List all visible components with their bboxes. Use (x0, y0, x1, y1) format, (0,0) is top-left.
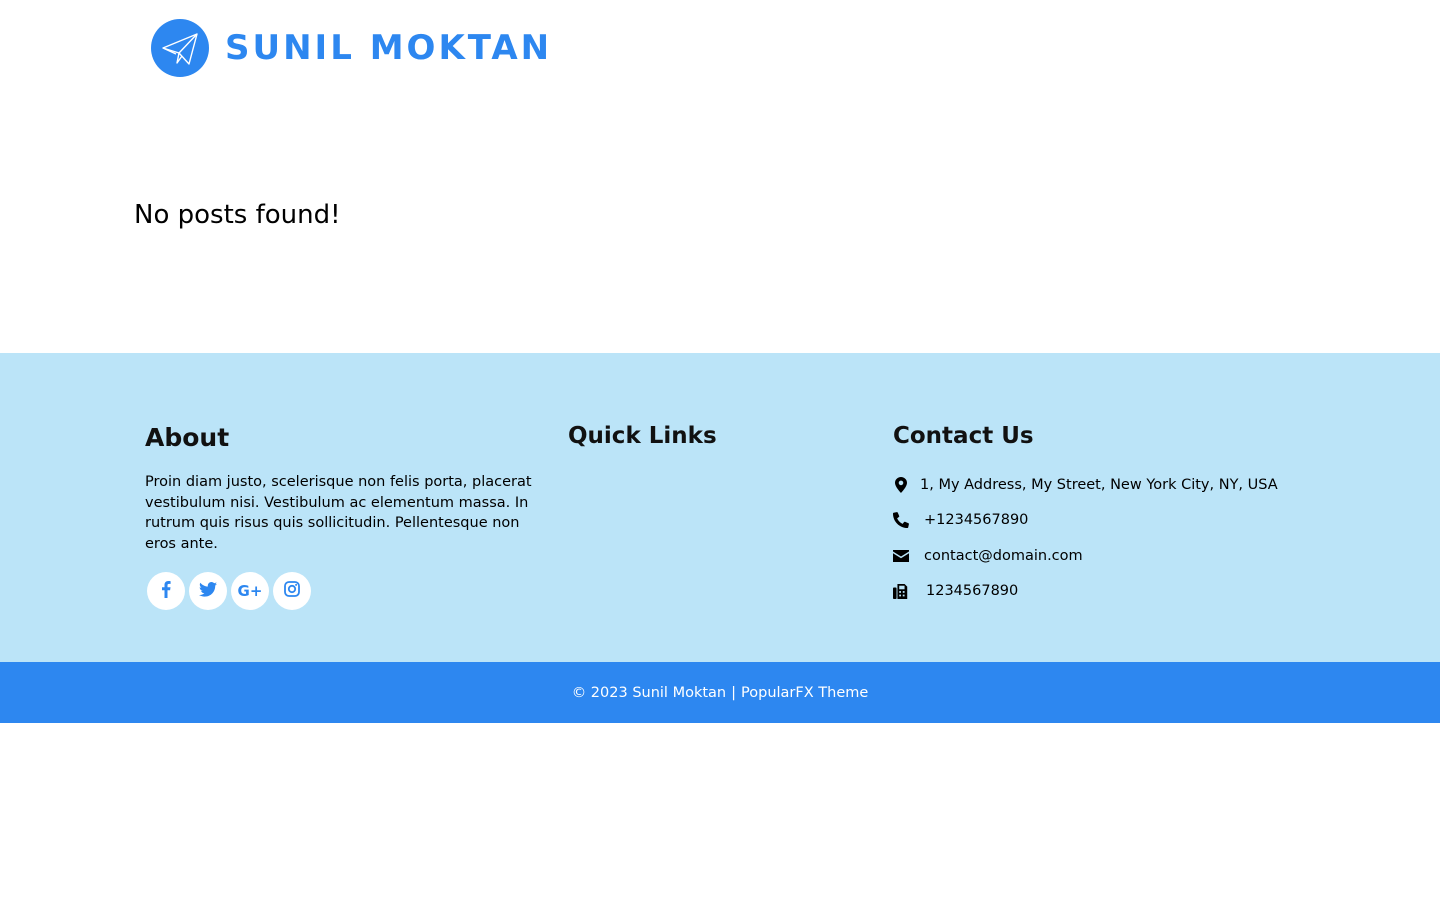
about-title: About (145, 423, 230, 452)
email-text: contact@domain.com (924, 547, 1083, 564)
facebook-button[interactable] (147, 572, 185, 610)
site-header: SUNIL MOKTAN (0, 0, 1440, 95)
footer-separator: | (731, 684, 737, 701)
map-marker-icon (893, 476, 909, 493)
about-text: Proin diam justo, scelerisque non felis … (145, 474, 532, 552)
envelope-icon (893, 548, 909, 564)
site-title[interactable]: SUNIL MOKTAN (225, 28, 552, 68)
phone-text: +1234567890 (924, 512, 1029, 529)
footer-widgets: About Proin diam justo, scelerisque non … (0, 353, 1440, 662)
contact-address: 1, My Address, My Street, New York City,… (893, 467, 1313, 503)
bottom-bar: © 2023 Sunil Moktan | PopularFX Theme (0, 662, 1440, 723)
site-logo-link[interactable]: SUNIL MOKTAN (151, 19, 552, 77)
paper-plane-icon (151, 19, 209, 77)
contact-list: 1, My Address, My Street, New York City,… (893, 467, 1313, 609)
twitter-icon (199, 581, 217, 601)
contact-widget: Contact Us 1, My Address, My Street, New… (893, 423, 1313, 609)
google-plus-icon: G+ (237, 582, 263, 600)
facebook-icon (161, 580, 171, 602)
address-text: 1, My Address, My Street, New York City,… (920, 476, 1278, 493)
main-content: No posts found! (0, 95, 1440, 353)
copyright-text: © 2023 Sunil Moktan (571, 684, 727, 701)
fax-icon (893, 583, 909, 599)
social-links: G+ (147, 572, 540, 610)
google-plus-button[interactable]: G+ (231, 572, 269, 610)
quick-links-widget: Quick Links (568, 423, 717, 449)
theme-link[interactable]: PopularFX Theme (741, 685, 868, 701)
fax-text: 1234567890 (926, 583, 1019, 600)
contact-title: Contact Us (893, 423, 1034, 449)
quick-links-title: Quick Links (568, 423, 717, 449)
no-posts-message: No posts found! (134, 200, 341, 230)
contact-phone: +1234567890 (893, 503, 1313, 539)
about-widget: About Proin diam justo, scelerisque non … (145, 423, 540, 610)
contact-email: contact@domain.com (893, 538, 1313, 574)
phone-icon (893, 512, 909, 529)
twitter-button[interactable] (189, 572, 227, 610)
contact-fax: 1234567890 (893, 574, 1313, 610)
instagram-icon (284, 581, 300, 601)
instagram-button[interactable] (273, 572, 311, 610)
